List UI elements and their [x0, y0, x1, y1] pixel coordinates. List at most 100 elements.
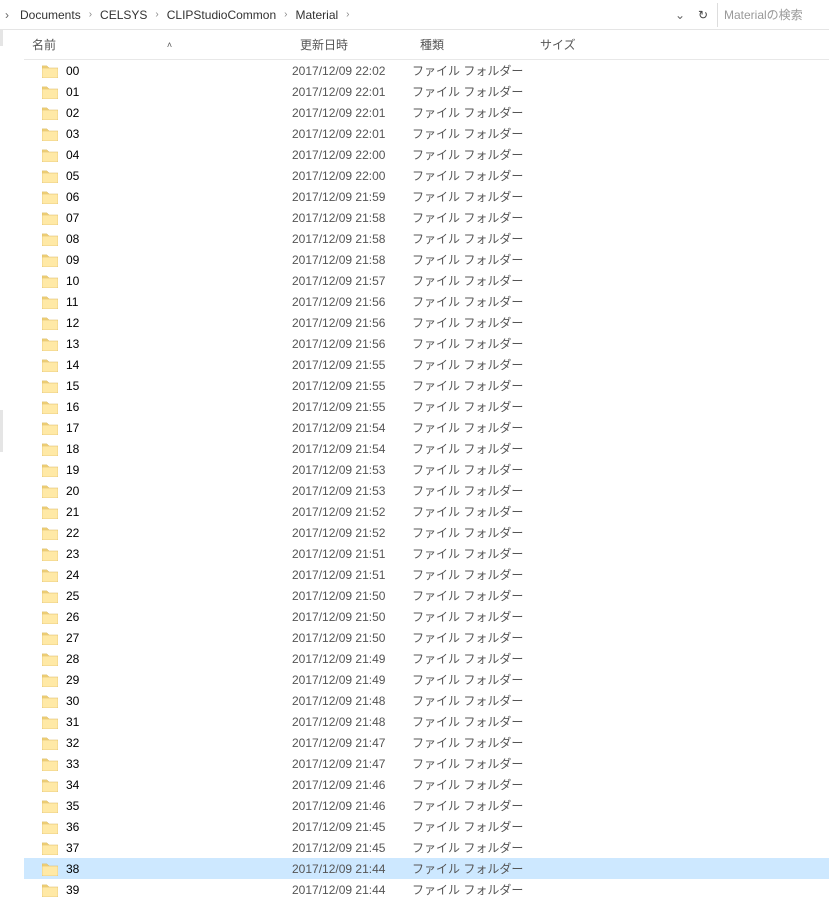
file-name: 12 [66, 316, 79, 330]
table-row[interactable]: 292017/12/09 21:49ファイル フォルダー [24, 669, 829, 690]
file-name: 06 [66, 190, 79, 204]
cell-name: 15 [24, 379, 292, 393]
cell-name: 10 [24, 274, 292, 288]
chevron-right-icon[interactable]: › [344, 9, 351, 20]
file-name: 09 [66, 253, 79, 267]
column-header-label: 更新日時 [300, 36, 348, 53]
file-name: 36 [66, 820, 79, 834]
table-row[interactable]: 012017/12/09 22:01ファイル フォルダー [24, 81, 829, 102]
table-row[interactable]: 032017/12/09 22:01ファイル フォルダー [24, 123, 829, 144]
table-row[interactable]: 352017/12/09 21:46ファイル フォルダー [24, 795, 829, 816]
cell-date: 2017/12/09 21:45 [292, 820, 412, 834]
file-name: 30 [66, 694, 79, 708]
table-row[interactable]: 342017/12/09 21:46ファイル フォルダー [24, 774, 829, 795]
breadcrumb-item[interactable]: Material [289, 0, 344, 30]
table-row[interactable]: 312017/12/09 21:48ファイル フォルダー [24, 711, 829, 732]
table-row[interactable]: 162017/12/09 21:55ファイル フォルダー [24, 396, 829, 417]
folder-icon [42, 652, 58, 666]
table-row[interactable]: 042017/12/09 22:00ファイル フォルダー [24, 144, 829, 165]
cell-type: ファイル フォルダー [412, 503, 532, 520]
table-row[interactable]: 192017/12/09 21:53ファイル フォルダー [24, 459, 829, 480]
search-box[interactable] [717, 3, 827, 27]
table-row[interactable]: 002017/12/09 22:02ファイル フォルダー [24, 60, 829, 81]
cell-name: 06 [24, 190, 292, 204]
folder-icon [42, 253, 58, 267]
file-name: 16 [66, 400, 79, 414]
file-name: 32 [66, 736, 79, 750]
table-row[interactable]: 222017/12/09 21:52ファイル フォルダー [24, 522, 829, 543]
folder-icon [42, 316, 58, 330]
table-row[interactable]: 332017/12/09 21:47ファイル フォルダー [24, 753, 829, 774]
table-row[interactable]: 122017/12/09 21:56ファイル フォルダー [24, 312, 829, 333]
table-row[interactable]: 272017/12/09 21:50ファイル フォルダー [24, 627, 829, 648]
chevron-right-icon[interactable]: › [87, 9, 94, 20]
table-row[interactable]: 322017/12/09 21:47ファイル フォルダー [24, 732, 829, 753]
table-row[interactable]: 252017/12/09 21:50ファイル フォルダー [24, 585, 829, 606]
table-row[interactable]: 062017/12/09 21:59ファイル フォルダー [24, 186, 829, 207]
table-row[interactable]: 022017/12/09 22:01ファイル フォルダー [24, 102, 829, 123]
table-row[interactable]: 152017/12/09 21:55ファイル フォルダー [24, 375, 829, 396]
cell-type: ファイル フォルダー [412, 83, 532, 100]
table-row[interactable]: 102017/12/09 21:57ファイル フォルダー [24, 270, 829, 291]
cell-date: 2017/12/09 21:56 [292, 337, 412, 351]
table-row[interactable]: 382017/12/09 21:44ファイル フォルダー [24, 858, 829, 879]
refresh-button[interactable]: ↻ [689, 8, 717, 22]
cell-type: ファイル フォルダー [412, 377, 532, 394]
file-name: 04 [66, 148, 79, 162]
table-row[interactable]: 262017/12/09 21:50ファイル フォルダー [24, 606, 829, 627]
file-name: 37 [66, 841, 79, 855]
column-header-date[interactable]: 更新日時 [292, 30, 412, 59]
file-name: 07 [66, 211, 79, 225]
chevron-right-icon[interactable]: › [153, 9, 160, 20]
cell-date: 2017/12/09 21:52 [292, 505, 412, 519]
breadcrumb-item[interactable]: CELSYS [94, 0, 153, 30]
table-row[interactable]: 092017/12/09 21:58ファイル フォルダー [24, 249, 829, 270]
table-row[interactable]: 392017/12/09 21:44ファイル フォルダー [24, 879, 829, 900]
table-row[interactable]: 142017/12/09 21:55ファイル フォルダー [24, 354, 829, 375]
search-input[interactable] [724, 8, 821, 22]
file-name: 35 [66, 799, 79, 813]
table-row[interactable]: 282017/12/09 21:49ファイル フォルダー [24, 648, 829, 669]
table-row[interactable]: 302017/12/09 21:48ファイル フォルダー [24, 690, 829, 711]
column-header-size[interactable]: サイズ [532, 30, 612, 59]
address-dropdown-icon[interactable]: ⌄ [671, 8, 689, 22]
table-row[interactable]: 072017/12/09 21:58ファイル フォルダー [24, 207, 829, 228]
table-row[interactable]: 242017/12/09 21:51ファイル フォルダー [24, 564, 829, 585]
table-row[interactable]: 362017/12/09 21:45ファイル フォルダー [24, 816, 829, 837]
column-header-name[interactable]: 名前 ˄ [24, 30, 292, 59]
file-name: 13 [66, 337, 79, 351]
table-row[interactable]: 112017/12/09 21:56ファイル フォルダー [24, 291, 829, 312]
table-row[interactable]: 372017/12/09 21:45ファイル フォルダー [24, 837, 829, 858]
breadcrumb-item[interactable]: Documents [14, 0, 87, 30]
table-row[interactable]: 082017/12/09 21:58ファイル フォルダー [24, 228, 829, 249]
cell-date: 2017/12/09 21:48 [292, 715, 412, 729]
folder-icon [42, 169, 58, 183]
table-row[interactable]: 052017/12/09 22:00ファイル フォルダー [24, 165, 829, 186]
navigation-pane-scrollbar[interactable] [0, 30, 24, 909]
folder-icon [42, 106, 58, 120]
folder-icon [42, 694, 58, 708]
table-row[interactable]: 202017/12/09 21:53ファイル フォルダー [24, 480, 829, 501]
refresh-icon: ↻ [698, 8, 708, 22]
cell-type: ファイル フォルダー [412, 293, 532, 310]
cell-type: ファイル フォルダー [412, 587, 532, 604]
table-row[interactable]: 212017/12/09 21:52ファイル フォルダー [24, 501, 829, 522]
folder-icon [42, 862, 58, 876]
file-name: 24 [66, 568, 79, 582]
cell-name: 09 [24, 253, 292, 267]
cell-date: 2017/12/09 21:58 [292, 253, 412, 267]
breadcrumb[interactable]: Documents›CELSYS›CLIPStudioCommon›Materi… [14, 0, 671, 29]
cell-date: 2017/12/09 21:44 [292, 883, 412, 897]
table-row[interactable]: 172017/12/09 21:54ファイル フォルダー [24, 417, 829, 438]
breadcrumb-item[interactable]: CLIPStudioCommon [161, 0, 282, 30]
table-row[interactable]: 232017/12/09 21:51ファイル フォルダー [24, 543, 829, 564]
table-row[interactable]: 132017/12/09 21:56ファイル フォルダー [24, 333, 829, 354]
cell-type: ファイル フォルダー [412, 671, 532, 688]
table-row[interactable]: 182017/12/09 21:54ファイル フォルダー [24, 438, 829, 459]
cell-name: 35 [24, 799, 292, 813]
column-header-type[interactable]: 種類 [412, 30, 532, 59]
chevron-right-icon[interactable]: › [0, 8, 14, 22]
file-rows: 002017/12/09 22:02ファイル フォルダー012017/12/09… [24, 60, 829, 909]
chevron-right-icon[interactable]: › [282, 9, 289, 20]
file-name: 22 [66, 526, 79, 540]
